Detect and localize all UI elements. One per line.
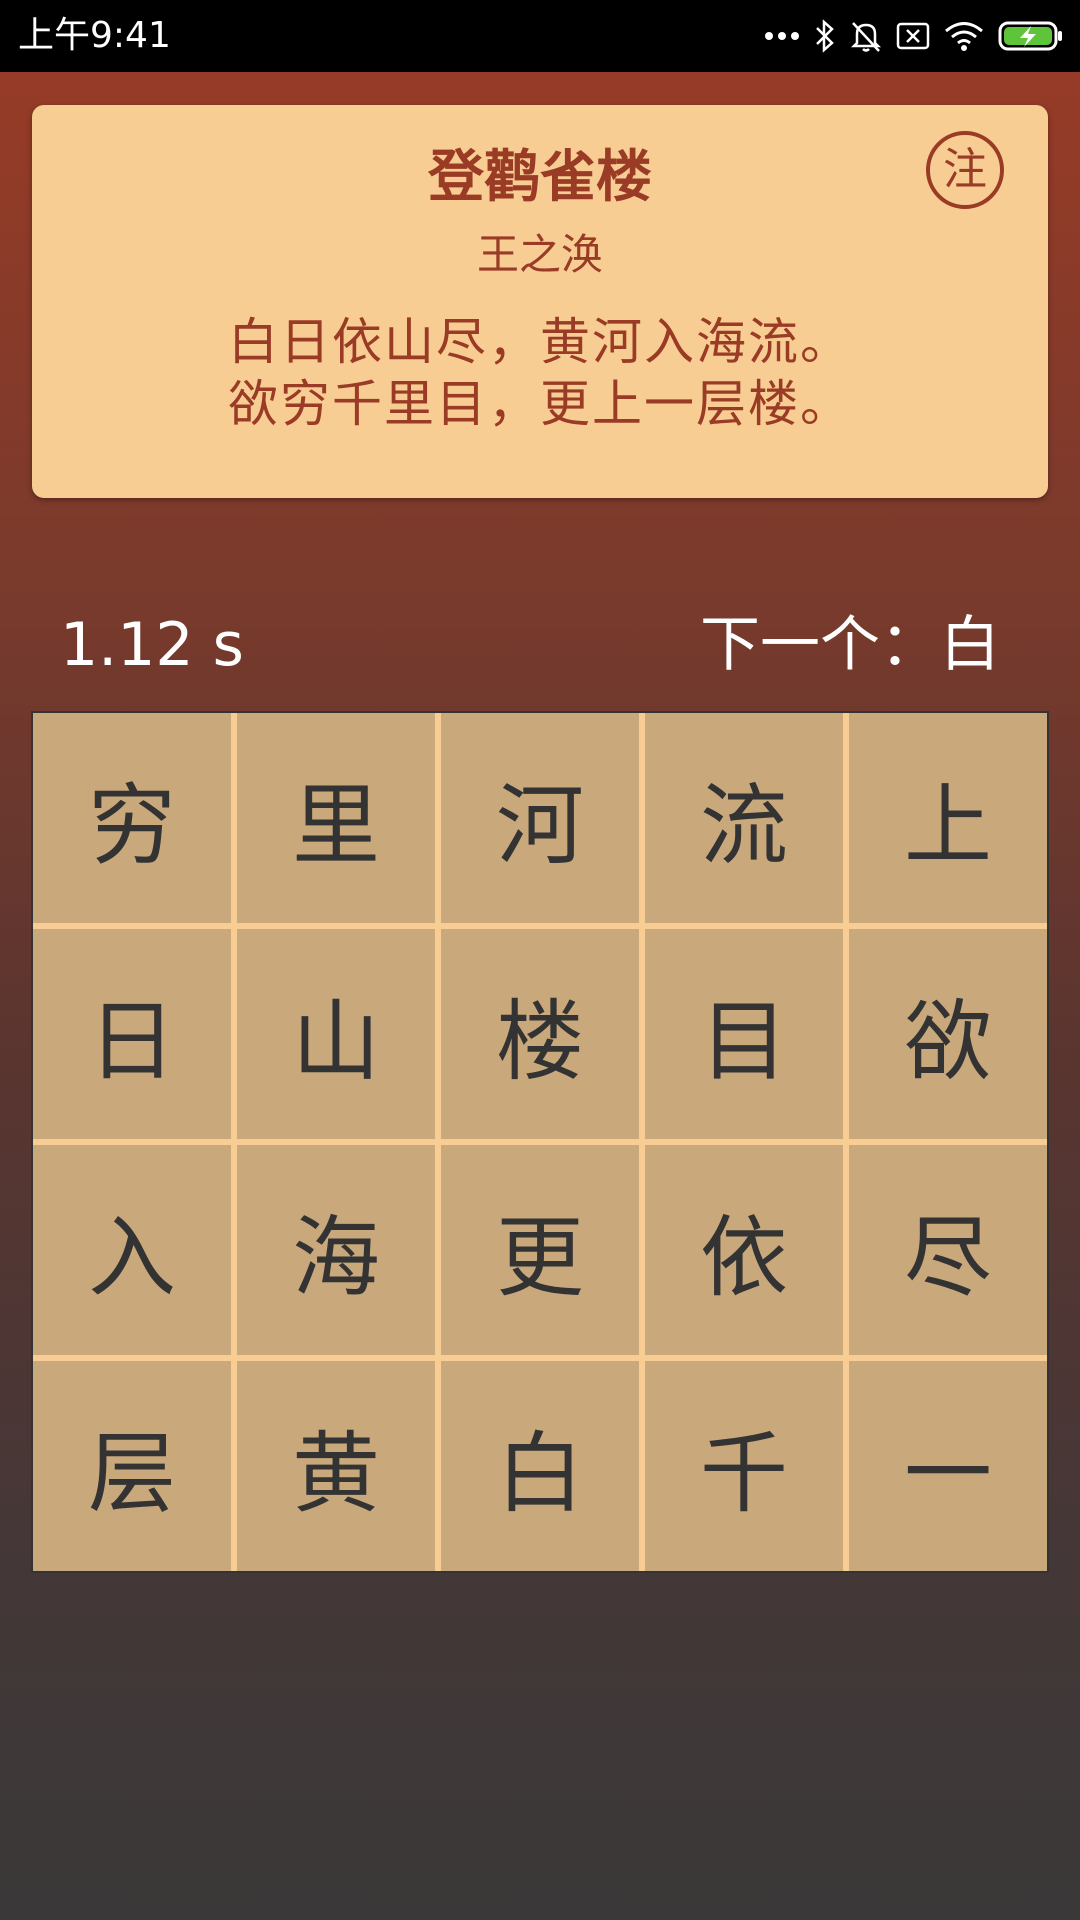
grid-cell[interactable]: 里 — [237, 713, 435, 923]
grid-cell[interactable]: 欲 — [849, 929, 1047, 1139]
grid-cell[interactable]: 山 — [237, 929, 435, 1139]
grid-cell[interactable]: 上 — [849, 713, 1047, 923]
wifi-icon — [944, 20, 984, 52]
grid-cell[interactable]: 目 — [645, 929, 843, 1139]
grid-cell[interactable]: 楼 — [441, 929, 639, 1139]
next-character-indicator: 下一个：白 — [700, 610, 1000, 680]
poem-line: 白日依山尽，黄河入海流。 — [228, 313, 852, 371]
status-icons — [764, 14, 1064, 58]
elapsed-timer: 1.12 s — [60, 610, 244, 680]
status-bar: 上午9:41 — [0, 0, 1080, 72]
poem-card: 登鹳雀楼 王之涣 白日依山尽，黄河入海流。 欲穷千里目，更上一层楼。 注 — [32, 105, 1048, 498]
grid-cell[interactable]: 尽 — [849, 1145, 1047, 1355]
grid-cell[interactable]: 河 — [441, 713, 639, 923]
grid-cell[interactable]: 流 — [645, 713, 843, 923]
grid-cell[interactable]: 层 — [33, 1361, 231, 1571]
grid-cell[interactable]: 入 — [33, 1145, 231, 1355]
grid-cell[interactable]: 黄 — [237, 1361, 435, 1571]
more-dots-icon — [764, 30, 800, 42]
poem-title: 登鹳雀楼 — [428, 145, 652, 210]
grid-cell[interactable]: 更 — [441, 1145, 639, 1355]
annotation-button[interactable]: 注 — [926, 131, 1004, 209]
grid-cell[interactable]: 海 — [237, 1145, 435, 1355]
grid-cell[interactable]: 日 — [33, 929, 231, 1139]
grid-cell[interactable]: 白 — [441, 1361, 639, 1571]
grid-cell[interactable]: 一 — [849, 1361, 1047, 1571]
bell-off-icon — [850, 19, 882, 53]
grid-cell[interactable]: 穷 — [33, 713, 231, 923]
character-grid: 穷 里 河 流 上 日 山 楼 目 欲 入 海 更 依 尽 层 黄 白 千 一 — [31, 711, 1049, 1573]
grid-cell[interactable]: 依 — [645, 1145, 843, 1355]
bluetooth-icon — [814, 19, 836, 53]
status-time: 上午9:41 — [18, 15, 171, 56]
poem-line: 欲穷千里目，更上一层楼。 — [228, 375, 852, 433]
battery-charging-icon — [998, 20, 1064, 52]
grid-cell[interactable]: 千 — [645, 1361, 843, 1571]
poem-author: 王之涣 — [476, 230, 603, 279]
sim-off-icon — [896, 21, 930, 51]
